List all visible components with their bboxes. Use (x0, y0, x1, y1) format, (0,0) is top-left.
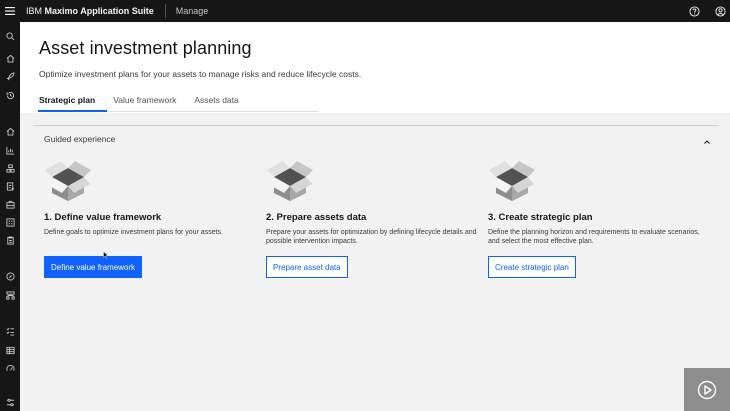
home-icon[interactable] (0, 123, 20, 139)
settings-adjust-icon[interactable] (0, 394, 20, 410)
assets-icon[interactable] (0, 160, 20, 176)
gauge-icon[interactable] (0, 360, 20, 376)
clipboard-icon[interactable] (0, 232, 20, 248)
side-rail (0, 22, 20, 411)
chevron-up-icon[interactable] (702, 134, 712, 144)
top-bar: IBM Maximo Application Suite Manage (0, 0, 730, 22)
tab-assets-data[interactable]: Assets data (194, 89, 238, 113)
table-icon[interactable] (0, 342, 20, 358)
menu-icon[interactable] (0, 0, 20, 22)
header-divider (164, 4, 166, 18)
rocket-icon[interactable] (0, 68, 20, 84)
tab-list: Strategic plan Value framework Assets da… (37, 89, 257, 113)
work-order-icon[interactable] (0, 178, 20, 194)
step-title: 3. Create strategic plan (488, 212, 593, 223)
checklist-icon[interactable] (0, 323, 20, 339)
step-description: Prepare your assets for optimization by … (266, 229, 477, 245)
tab-value-framework[interactable]: Value framework (113, 89, 176, 113)
search-icon[interactable] (0, 28, 20, 44)
open-box-icon (266, 155, 314, 201)
play-video-button[interactable] (684, 368, 730, 411)
mouse-cursor-icon (103, 246, 109, 259)
open-box-icon (488, 155, 536, 201)
section-divider (33, 125, 719, 126)
step-title: 2. Prepare assets data (266, 212, 367, 223)
define-value-framework-button[interactable]: Define value framework (44, 256, 143, 278)
play-icon (697, 380, 717, 399)
brand-prefix: IBM (26, 6, 43, 16)
toolbox-icon[interactable] (0, 196, 20, 212)
step-title: 1. Define value framework (44, 212, 162, 223)
user-avatar-icon[interactable] (710, 0, 730, 22)
step-description: Define the planning horizon and requirem… (488, 229, 700, 245)
page-title: Asset investment planning (39, 38, 252, 58)
flow-icon[interactable] (0, 287, 20, 303)
create-strategic-plan-button[interactable]: Create strategic plan (488, 256, 576, 278)
help-icon[interactable] (684, 0, 704, 22)
tab-strategic-plan[interactable]: Strategic plan (37, 89, 108, 113)
step-card: 2. Prepare assets data Prepare your asse… (266, 155, 481, 278)
home-icon[interactable] (0, 50, 20, 66)
page-subtitle: Optimize investment plans for your asset… (39, 69, 362, 79)
recent-icon[interactable] (0, 87, 20, 103)
prepare-asset-data-button[interactable]: Prepare asset data (266, 256, 348, 278)
step-card: 3. Create strategic plan Define the plan… (488, 155, 703, 278)
step-description: Define goals to optimize investment plan… (44, 229, 223, 236)
brand-name[interactable]: IBM Maximo Application Suite (26, 6, 154, 16)
open-box-icon (44, 155, 92, 201)
step-card: 1. Define value framework Define goals t… (44, 155, 259, 278)
page-header: Asset investment planning Optimize inves… (20, 22, 730, 113)
app-name: Manage (175, 6, 209, 16)
guided-experience-title[interactable]: Guided experience (44, 134, 115, 144)
brand-suite: Maximo Application Suite (44, 6, 154, 16)
building-icon[interactable] (0, 214, 20, 230)
compass-icon[interactable] (0, 268, 20, 284)
analytics-icon[interactable] (0, 142, 20, 158)
